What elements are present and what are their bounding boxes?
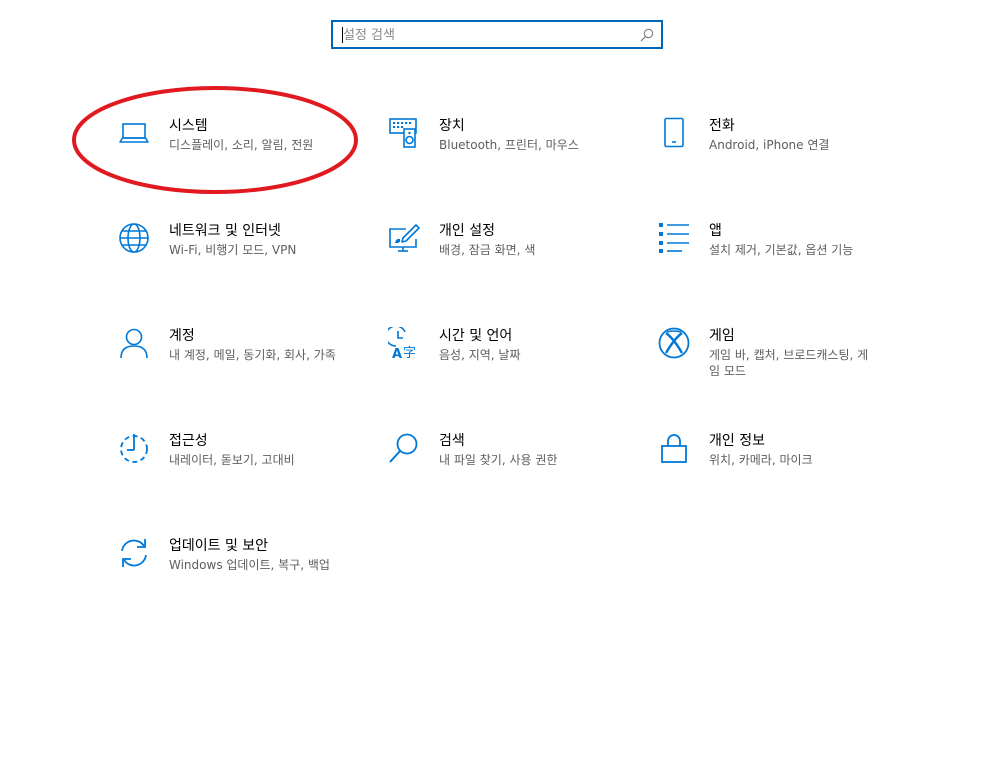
tile-apps[interactable]: 앱 설치 제거, 기본값, 옵션 기능 <box>658 222 893 302</box>
tile-network[interactable]: 네트워크 및 인터넷 Wi-Fi, 비행기 모드, VPN <box>118 222 353 302</box>
tile-title: 검색 <box>439 433 465 449</box>
tile-update-security[interactable]: 업데이트 및 보안 Windows 업데이트, 복구, 백업 <box>118 537 353 617</box>
globe-icon <box>118 222 150 254</box>
tile-privacy[interactable]: 개인 정보 위치, 카메라, 마이크 <box>658 432 893 512</box>
tile-search[interactable]: 검색 내 파일 찾기, 사용 권한 <box>388 432 623 512</box>
tile-description: 게임 바, 캡처, 브로드캐스팅, 게임 모드 <box>709 348 869 378</box>
tile-description: 내레이터, 돋보기, 고대비 <box>169 453 295 467</box>
tile-title: 앱 <box>709 223 722 239</box>
paint-pen-monitor-icon <box>388 222 420 254</box>
tile-description: 내 파일 찾기, 사용 권한 <box>439 453 558 467</box>
tile-description: 디스플레이, 소리, 알림, 전원 <box>169 138 314 152</box>
tile-description: 내 계정, 메일, 동기화, 회사, 가족 <box>169 348 336 362</box>
tile-title: 업데이트 및 보안 <box>169 538 269 554</box>
person-icon <box>118 327 150 359</box>
magnifier-icon <box>388 432 420 464</box>
search-box[interactable] <box>331 20 663 49</box>
app-list-icon <box>658 222 690 254</box>
svg-text:A: A <box>392 347 402 359</box>
tile-description: Android, iPhone 연결 <box>709 138 830 152</box>
tile-gaming[interactable]: 게임 게임 바, 캡처, 브로드캐스팅, 게임 모드 <box>658 327 893 407</box>
tile-ease-of-access[interactable]: 접근성 내레이터, 돋보기, 고대비 <box>118 432 353 512</box>
tile-description: 위치, 카메라, 마이크 <box>709 453 813 467</box>
tile-title: 시간 및 언어 <box>439 328 513 344</box>
tile-title: 게임 <box>709 328 735 344</box>
tile-description: Wi-Fi, 비행기 모드, VPN <box>169 243 297 257</box>
search-input[interactable] <box>343 25 633 45</box>
lock-icon <box>658 432 690 464</box>
tile-title: 네트워크 및 인터넷 <box>169 223 281 239</box>
settings-home: 시스템 디스플레이, 소리, 알림, 전원 장치 Bluetooth, 프린터,… <box>0 0 1001 768</box>
search-icon[interactable] <box>639 27 655 43</box>
tile-accounts[interactable]: 계정 내 계정, 메일, 동기화, 회사, 가족 <box>118 327 353 407</box>
phone-icon <box>658 117 690 149</box>
tile-description: 설치 제거, 기본값, 옵션 기능 <box>709 243 854 257</box>
tile-phone[interactable]: 전화 Android, iPhone 연결 <box>658 117 893 197</box>
ease-of-access-timer-icon <box>118 432 150 464</box>
tile-description: 배경, 잠금 화면, 색 <box>439 243 536 257</box>
tile-title: 계정 <box>169 328 195 344</box>
tile-title: 접근성 <box>169 433 208 449</box>
tile-time-language[interactable]: A 字 시간 및 언어 음성, 지역, 날짜 <box>388 327 623 407</box>
tile-description: Windows 업데이트, 복구, 백업 <box>169 558 330 572</box>
tile-personalization[interactable]: 개인 설정 배경, 잠금 화면, 색 <box>388 222 623 302</box>
sync-arrows-icon <box>118 537 150 569</box>
xbox-icon <box>658 327 690 359</box>
tile-title: 시스템 <box>169 118 208 134</box>
clock-language-icon: A 字 <box>388 327 420 359</box>
tile-system[interactable]: 시스템 디스플레이, 소리, 알림, 전원 <box>118 117 353 197</box>
tile-description: Bluetooth, 프린터, 마우스 <box>439 138 579 152</box>
tile-devices[interactable]: 장치 Bluetooth, 프린터, 마우스 <box>388 117 623 197</box>
tile-description: 음성, 지역, 날짜 <box>439 348 521 362</box>
tile-title: 전화 <box>709 118 735 134</box>
keyboard-speaker-icon <box>388 117 420 149</box>
svg-text:字: 字 <box>403 346 416 359</box>
laptop-icon <box>118 117 150 149</box>
tile-title: 장치 <box>439 118 465 134</box>
tile-title: 개인 설정 <box>439 223 495 239</box>
tile-title: 개인 정보 <box>709 433 765 449</box>
